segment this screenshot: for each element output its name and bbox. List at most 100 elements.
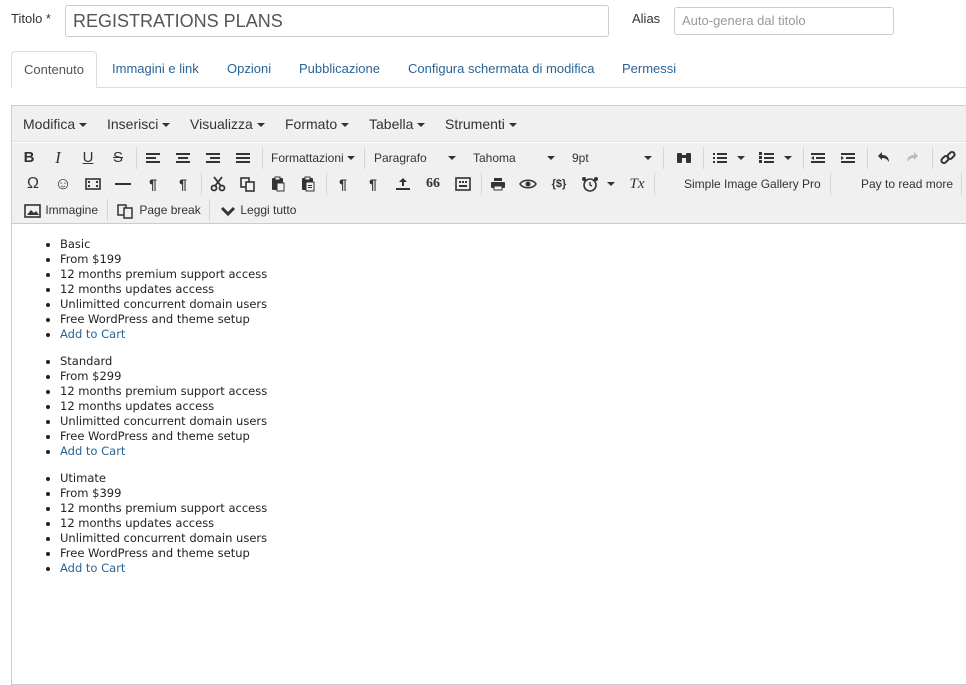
read-more-button[interactable]: Leggi tutto [219,198,296,222]
menu-formato-label: Formato [285,116,338,132]
preview-eye-icon[interactable] [517,172,539,196]
menu-formato[interactable]: Formato [285,106,350,142]
editor-content-area[interactable]: Basic From $199 12 months premium suppor… [12,224,966,684]
menu-visualizza-label: Visualizza [190,116,253,132]
menu-modifica-label: Modifica [23,116,76,132]
pay-to-read-more-button[interactable]: Pay to read more [861,172,953,196]
print-icon[interactable] [487,172,509,196]
tab-contenuto[interactable]: Contenuto [11,51,97,88]
indent-icon[interactable] [837,146,859,170]
undo-icon[interactable] [872,146,894,170]
numbered-list-icon[interactable] [756,146,778,170]
insert-image-button[interactable]: Immagine [24,198,98,222]
ltr-pilcrow-icon[interactable]: ¶ [142,172,164,196]
alarm-clock-icon[interactable] [579,172,601,196]
link-icon[interactable] [937,146,959,170]
plan-feature: Unlimitted concurrent domain users [60,531,267,546]
code-sample-icon[interactable]: {$} [547,172,571,196]
toolbar-separator [932,147,933,169]
numbered-list-chevron-down-icon[interactable] [781,146,795,170]
rtl-pilcrow-icon[interactable]: ¶ [172,172,194,196]
media-icon[interactable] [82,172,104,196]
chevron-down-icon [256,123,265,128]
strikethrough-button[interactable]: S [107,146,129,170]
blockquote-icon[interactable]: 66 [422,172,444,196]
font-size-label: 9pt [572,151,589,165]
add-to-cart-link[interactable]: Add to Cart [60,327,125,341]
menu-modifica[interactable]: Modifica [23,106,88,142]
title-input[interactable]: REGISTRATIONS PLANS [65,5,609,37]
block-format-dropdown[interactable]: Paragrafo [374,146,458,170]
alias-input[interactable]: Auto-genera dal titolo [674,7,894,35]
menu-tabella[interactable]: Tabella [369,106,426,142]
simple-image-gallery-pro-button[interactable]: Simple Image Gallery Pro [684,172,821,196]
tab-immagini-e-link[interactable]: Immagini e link [100,51,211,88]
toolbar-separator [201,173,202,195]
visual-chars-pilcrow-icon[interactable]: ¶ [362,172,384,196]
toolbar-separator [663,147,664,169]
align-right-icon[interactable] [202,146,224,170]
outdent-icon[interactable] [807,146,829,170]
plan-feature: 12 months premium support access [60,384,267,399]
menu-strumenti[interactable]: Strumenti [445,106,517,142]
editor-menubar: Modifica Inserisci Visualizza Formato Ta… [12,106,966,142]
add-to-cart-link[interactable]: Add to Cart [60,561,125,575]
copy-icon[interactable] [237,172,259,196]
menu-visualizza[interactable]: Visualizza [190,106,265,142]
chevron-down-icon [547,156,555,160]
datetime-chevron-down-icon[interactable] [604,172,618,196]
align-justify-icon[interactable] [232,146,254,170]
formats-dropdown[interactable]: Formattazioni [271,146,357,170]
plan-list-standard: Standard From $299 12 months premium sup… [12,354,267,459]
toolbar-separator [209,199,210,221]
toolbar-separator [481,173,482,195]
plan-price: From $299 [60,369,267,384]
block-format-label: Paragrafo [374,151,427,165]
page-break-button[interactable]: Page break [116,198,201,222]
insert-upload-icon[interactable] [392,172,414,196]
binoculars-icon[interactable] [673,146,695,170]
clear-formatting-icon[interactable]: Tx [626,172,648,196]
special-character-icon[interactable]: Ω [22,172,44,196]
editor-toolbar: B I U S Formattazioni Paragrafo Tahoma 9… [12,143,966,224]
page-break-label: Page break [139,203,201,217]
plan-cta-item: Add to Cart [60,561,267,576]
font-family-dropdown[interactable]: Tahoma [473,146,557,170]
align-left-icon[interactable] [142,146,164,170]
underline-button[interactable]: U [77,146,99,170]
font-size-dropdown[interactable]: 9pt [572,146,654,170]
plan-feature: 12 months premium support access [60,267,267,282]
plan-list-basic: Basic From $199 12 months premium suppor… [12,237,267,342]
toolbar-separator [961,173,962,195]
toolbar-separator [136,147,137,169]
chevron-down-icon [737,156,745,161]
menu-strumenti-label: Strumenti [445,116,505,132]
plan-list-ultimate: Utimate From $399 12 months premium supp… [12,471,267,576]
menu-inserisci[interactable]: Inserisci [107,106,171,142]
bullet-list-icon[interactable] [709,146,731,170]
italic-button[interactable]: I [47,146,69,170]
plan-feature: Unlimitted concurrent domain users [60,297,267,312]
redo-icon[interactable] [902,146,924,170]
tab-permessi[interactable]: Permessi [610,51,688,88]
paste-icon[interactable] [267,172,289,196]
bullet-list-chevron-down-icon[interactable] [734,146,748,170]
chevron-down-icon [341,123,350,128]
paste-text-icon[interactable] [297,172,319,196]
tab-opzioni[interactable]: Opzioni [215,51,283,88]
bold-button[interactable]: B [18,146,40,170]
tab-pubblicazione[interactable]: Pubblicazione [287,51,392,88]
show-blocks-pilcrow-icon[interactable]: ¶ [332,172,354,196]
align-center-icon[interactable] [172,146,194,170]
plan-feature: 12 months updates access [60,399,267,414]
menu-tabella-label: Tabella [369,116,414,132]
template-icon[interactable] [452,172,474,196]
cut-icon[interactable] [207,172,229,196]
emoticons-icon[interactable]: ☺ [52,172,74,196]
tab-configura-schermata[interactable]: Configura schermata di modifica [396,51,606,88]
add-to-cart-link[interactable]: Add to Cart [60,444,125,458]
chevron-down-icon [347,156,355,160]
chevron-down-icon [607,182,615,187]
title-label: Titolo * [11,11,51,26]
horizontal-rule-icon[interactable] [112,172,134,196]
